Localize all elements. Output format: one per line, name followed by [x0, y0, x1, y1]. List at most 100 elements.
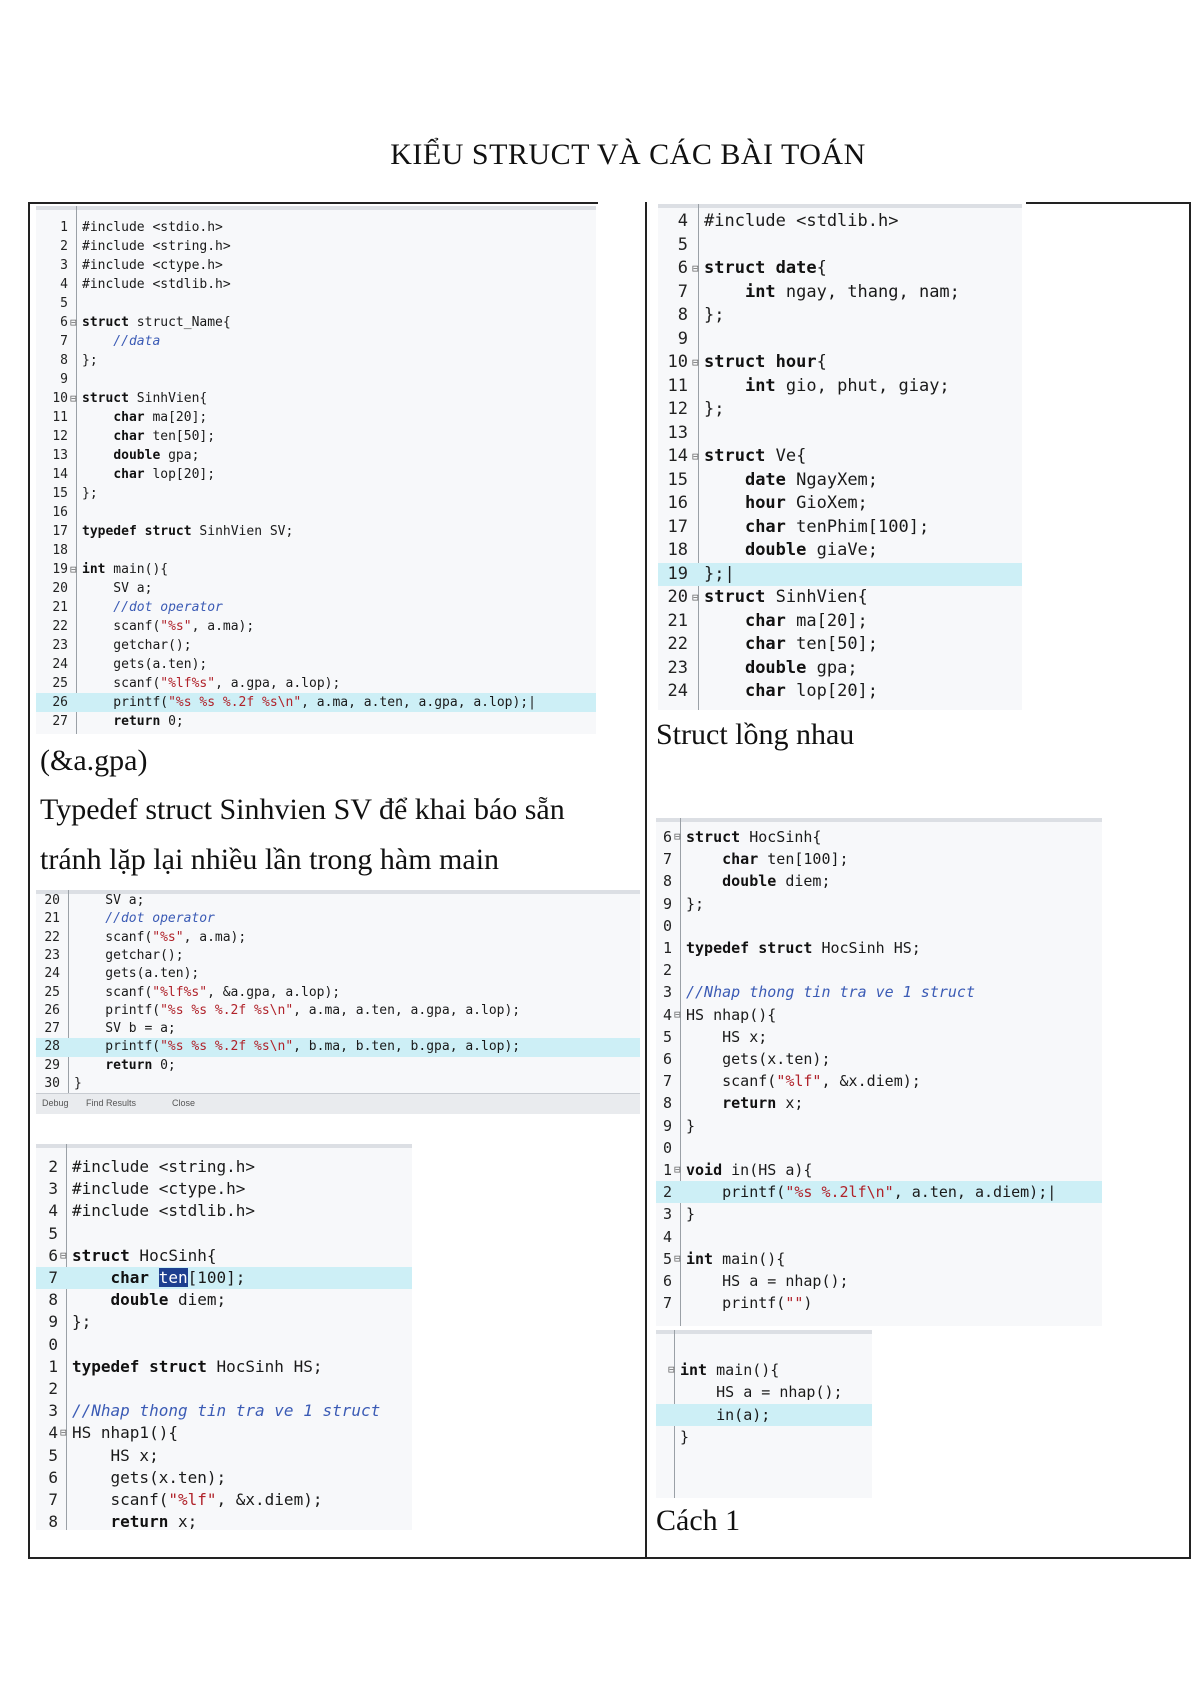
code-line[interactable]: 9	[658, 328, 1022, 352]
fold-toggle-icon[interactable]: ⊟	[674, 1159, 681, 1181]
code-line[interactable]: 14 struct Ve{⊟	[658, 445, 1022, 469]
code-line[interactable]: 1 typedef struct HocSinh HS;	[656, 937, 1102, 959]
code-line[interactable]: 19};|	[658, 562, 1022, 586]
code-line[interactable]: int main(){⊟	[656, 1359, 872, 1382]
code-line[interactable]: 5 int main(){⊟	[656, 1248, 1102, 1270]
code-line[interactable]: 3}	[656, 1203, 1102, 1225]
code-line[interactable]: 30}	[36, 1075, 640, 1093]
code-line[interactable]: 21 //dot operator	[36, 910, 640, 928]
code-line[interactable]: 20 struct SinhVien{⊟	[658, 586, 1022, 610]
code-line[interactable]: 25 scanf("%lf%s", a.gpa, a.lop);	[36, 674, 596, 693]
fold-toggle-icon[interactable]: ⊟	[60, 1245, 67, 1267]
code-line[interactable]: 0	[656, 1137, 1102, 1159]
code-line[interactable]: 17 char tenPhim[100];	[658, 516, 1022, 540]
code-line[interactable]: 9};	[36, 1311, 412, 1333]
fold-toggle-icon[interactable]: ⊟	[692, 257, 699, 281]
code-line[interactable]: 4 #include <stdlib.h>	[36, 1200, 412, 1222]
code-line[interactable]: 27 return 0;	[36, 712, 596, 731]
fold-toggle-icon[interactable]: ⊟	[60, 1422, 67, 1444]
code-line[interactable]: 5	[36, 1223, 412, 1245]
code-line[interactable]: 7 char ten[100];	[656, 848, 1102, 870]
code-line[interactable]: 27 SV b = a;	[36, 1020, 640, 1038]
code-line[interactable]: 1 #include <stdio.h>	[36, 218, 596, 237]
code-line[interactable]: 9};	[656, 893, 1102, 915]
code-line[interactable]: 8};	[658, 304, 1022, 328]
code-line[interactable]: 8 double diem;	[36, 1289, 412, 1311]
code-line[interactable]: 21 char ma[20];	[658, 610, 1022, 634]
code-line[interactable]: 28 printf("%s %s %.2f %s\n", b.ma, b.ten…	[36, 1038, 640, 1057]
code-line[interactable]: 21 //dot operator	[36, 598, 596, 617]
code-line[interactable]: 0	[656, 915, 1102, 937]
code-line[interactable]: 4 HS nhap1(){⊟	[36, 1422, 412, 1444]
code-line[interactable]: 7 scanf("%lf", &x.diem);	[656, 1070, 1102, 1092]
status-tab[interactable]: Close	[172, 1098, 195, 1108]
code-line[interactable]: 3 #include <ctype.h>	[36, 256, 596, 275]
code-line[interactable]: 23 double gpa;	[658, 657, 1022, 681]
code-line[interactable]: 24 gets(a.ten);	[36, 965, 640, 983]
code-line[interactable]: 2 printf("%s %.2lf\n", a.ten, a.diem);|	[656, 1181, 1102, 1204]
code-line[interactable]: 13 double gpa;	[36, 446, 596, 465]
code-line[interactable]: 12};	[658, 398, 1022, 422]
code-line[interactable]: 4 #include <stdlib.h>	[36, 275, 596, 294]
code-line[interactable]: 25 scanf("%lf%s", &a.gpa, a.lop);	[36, 984, 640, 1002]
code-line[interactable]: }	[656, 1426, 872, 1449]
code-line[interactable]: 3 #include <ctype.h>	[36, 1178, 412, 1200]
fold-toggle-icon[interactable]: ⊟	[70, 560, 77, 579]
code-line[interactable]: 1 void in(HS a){⊟	[656, 1159, 1102, 1181]
code-line[interactable]: 9	[36, 370, 596, 389]
code-line[interactable]: in(a);	[656, 1403, 872, 1426]
code-line[interactable]: 22 scanf("%s", a.ma);	[36, 929, 640, 947]
code-line[interactable]: 8 return x;	[656, 1092, 1102, 1114]
fold-toggle-icon[interactable]: ⊟	[692, 445, 699, 469]
code-line[interactable]: 16	[36, 503, 596, 522]
code-line[interactable]	[656, 1449, 872, 1472]
code-line[interactable]: 5 HS x;	[656, 1026, 1102, 1048]
code-line[interactable]: 3 //Nhap thong tin tra ve 1 struct	[656, 981, 1102, 1003]
code-line[interactable]: 6 struct struct_Name{⊟	[36, 313, 596, 332]
code-line[interactable]: HS a = nhap();	[656, 1381, 872, 1404]
code-line[interactable]: 11 char ma[20];	[36, 408, 596, 427]
code-line[interactable]: 0	[36, 1334, 412, 1356]
code-line[interactable]: 12 char ten[50];	[36, 427, 596, 446]
code-line[interactable]: 4	[656, 1226, 1102, 1248]
code-line[interactable]: 1 typedef struct HocSinh HS;	[36, 1356, 412, 1378]
code-line[interactable]: 5 HS x;	[36, 1445, 412, 1467]
code-line[interactable]: 23 getchar();	[36, 636, 596, 655]
code-line[interactable]: 2	[36, 1378, 412, 1400]
code-line[interactable]: 6 struct HocSinh{⊟	[656, 826, 1102, 848]
code-line[interactable]: 5	[658, 234, 1022, 258]
code-line[interactable]: 3 //Nhap thong tin tra ve 1 struct	[36, 1400, 412, 1422]
code-line[interactable]: 7 int ngay, thang, nam;	[658, 281, 1022, 305]
code-line[interactable]: 8 double diem;	[656, 870, 1102, 892]
code-line[interactable]: 8 return x;	[36, 1511, 412, 1530]
code-line[interactable]: 10 struct hour{⊟	[658, 351, 1022, 375]
fold-toggle-icon[interactable]: ⊟	[674, 1004, 681, 1026]
fold-toggle-icon[interactable]: ⊟	[70, 313, 77, 332]
code-line[interactable]: 15 date NgayXem;	[658, 469, 1022, 493]
code-line[interactable]: 19 int main(){⊟	[36, 560, 596, 579]
code-line[interactable]: 11 int gio, phut, giay;	[658, 375, 1022, 399]
code-line[interactable]: 7 printf("")	[656, 1292, 1102, 1314]
fold-toggle-icon[interactable]: ⊟	[668, 1359, 675, 1382]
code-line[interactable]: 6 gets(x.ten);	[36, 1467, 412, 1489]
status-tab[interactable]: Debug	[42, 1098, 69, 1108]
status-tab[interactable]: Find Results	[86, 1098, 136, 1108]
code-line[interactable]: 22 char ten[50];	[658, 633, 1022, 657]
code-line[interactable]: 6 struct date{⊟	[658, 257, 1022, 281]
code-line[interactable]: 14 char lop[20];	[36, 465, 596, 484]
code-line[interactable]	[656, 1336, 872, 1359]
code-line[interactable]: 20 SV a;	[36, 579, 596, 598]
code-line[interactable]: 24 gets(a.ten);	[36, 655, 596, 674]
code-line[interactable]: 29 return 0;	[36, 1057, 640, 1075]
code-line[interactable]: 20 SV a;	[36, 892, 640, 910]
code-line[interactable]: 26 printf("%s %s %.2f %s\n", a.ma, a.ten…	[36, 1002, 640, 1020]
code-line[interactable]: 7 //data	[36, 332, 596, 351]
fold-toggle-icon[interactable]: ⊟	[70, 389, 77, 408]
code-line[interactable]: 6 gets(x.ten);	[656, 1048, 1102, 1070]
code-line[interactable]: 9}	[656, 1115, 1102, 1137]
code-line[interactable]: 6 struct HocSinh{⊟	[36, 1245, 412, 1267]
code-line[interactable]: 16 hour GioXem;	[658, 492, 1022, 516]
code-line[interactable]	[656, 1471, 872, 1494]
fold-toggle-icon[interactable]: ⊟	[692, 586, 699, 610]
code-line[interactable]: 23 getchar();	[36, 947, 640, 965]
